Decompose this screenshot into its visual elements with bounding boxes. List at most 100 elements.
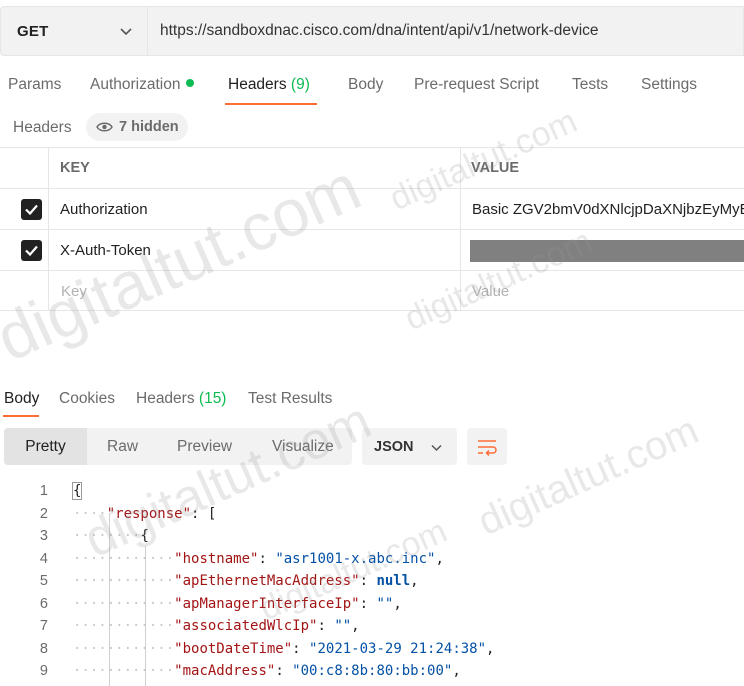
code-line: 4 ············"hostname": "asr1001-x.abc… [0, 548, 744, 570]
format-select[interactable]: JSON [362, 428, 457, 465]
json-string: "" [376, 595, 394, 612]
code-line: 8 ············"bootDateTime": "2021-03-2… [0, 638, 744, 660]
request-tabs: Params Authorization Headers (9) Body Pr… [0, 66, 744, 106]
tab-authorization[interactable]: Authorization [90, 76, 195, 94]
tab-headers[interactable]: Headers (9) [228, 76, 310, 94]
tab-headers-count: (9) [290, 76, 310, 93]
request-bar: GET https://sandboxdnac.cisco.com/dna/in… [0, 6, 744, 56]
header-value[interactable]: Basic ZGV2bmV0dXNlcjpDaXNjbzEyMyE= [472, 201, 744, 218]
tab-cookies[interactable]: Cookies [59, 390, 115, 408]
table-row: Authorization Basic ZGV2bmV0dXNlcjpDaXNj… [0, 188, 744, 229]
json-key: "macAddress" [174, 663, 276, 679]
response-body-code[interactable]: 1 { 2 ····"response": [ 3 ········{ 4 ··… [0, 480, 744, 686]
column-key-header: KEY [60, 160, 90, 176]
hidden-count: 7 hidden [119, 119, 179, 135]
line-number: 4 [39, 550, 48, 567]
line-number: 7 [39, 618, 48, 634]
format-label: JSON [374, 438, 414, 455]
json-key: "apManagerInterfaceIp" [174, 595, 360, 612]
table-header-row: KEY VALUE [0, 147, 744, 188]
active-tab-indicator [3, 415, 39, 417]
tab-response-headers[interactable]: Headers (15) [136, 390, 226, 408]
wrap-lines-icon [478, 439, 497, 456]
code-line: 7 ············"associatedWlcIp": "", [0, 615, 744, 637]
indent-dots: ············ [73, 640, 175, 657]
tab-response-body[interactable]: Body [4, 390, 39, 408]
tab-headers-label: Headers [228, 76, 287, 93]
tab-authorization-label: Authorization [90, 76, 181, 93]
tab-response-headers-label: Headers [136, 390, 195, 407]
check-icon [25, 245, 38, 257]
tab-response-headers-count: (15) [198, 390, 227, 407]
url-text: https://sandboxdnac.cisco.com/dna/intent… [160, 22, 599, 39]
header-key[interactable]: X-Auth-Token [60, 242, 151, 259]
new-value-input[interactable]: Value [472, 283, 509, 300]
json-key: "response" [106, 505, 192, 522]
indent-dots: ···· [73, 505, 107, 522]
code-line: 1 { [0, 480, 744, 502]
code-text: { [71, 482, 83, 500]
indent-dots: ············ [73, 595, 175, 612]
tab-settings[interactable]: Settings [641, 76, 697, 94]
line-number: 6 [39, 595, 48, 612]
column-divider [48, 148, 49, 188]
chevron-down-icon [431, 444, 442, 452]
view-raw-button[interactable]: Raw [107, 428, 138, 465]
column-divider [48, 230, 49, 270]
column-divider [460, 148, 461, 188]
active-tab-indicator [225, 103, 317, 105]
view-visualize-button[interactable]: Visualize [272, 428, 334, 465]
view-pretty-button[interactable]: Pretty [4, 428, 87, 465]
code-line: 3 ········{ [0, 525, 744, 547]
column-divider [48, 189, 49, 229]
json-string: "00:c8:8b:80:bb:00" [292, 663, 453, 679]
column-divider [460, 230, 461, 270]
response-tabs: Body Cookies Headers (15) Test Results [0, 382, 744, 418]
view-preview-button[interactable]: Preview [177, 428, 232, 465]
view-mode-group: Pretty Raw Preview Visualize [4, 428, 352, 465]
indent-dots: ············ [73, 550, 175, 567]
column-value-header: VALUE [471, 160, 520, 176]
new-key-input[interactable]: Key [61, 283, 87, 300]
line-number: 5 [39, 573, 48, 589]
redacted-value [470, 240, 744, 262]
code-line: 5 ············"apEthernetMacAddress": nu… [0, 570, 744, 592]
indent-dots: ············ [73, 573, 175, 589]
url-input[interactable]: https://sandboxdnac.cisco.com/dna/intent… [148, 6, 744, 56]
headers-toolbar: Headers 7 hidden [0, 112, 744, 142]
table-row: X-Auth-Token [0, 229, 744, 270]
status-dot-icon [186, 79, 195, 87]
tab-tests[interactable]: Tests [572, 76, 608, 94]
indent-dots: ············ [73, 618, 175, 634]
method-select[interactable]: GET [0, 6, 148, 56]
json-string: "2021-03-29 21:24:38" [309, 640, 487, 657]
line-number: 8 [39, 640, 48, 657]
tab-pre-request-script[interactable]: Pre-request Script [414, 76, 539, 94]
json-key: "bootDateTime" [174, 640, 293, 657]
code-line: 2 ····"response": [ [0, 503, 744, 525]
chevron-down-icon [120, 28, 132, 36]
code-line: 9 ············"macAddress": "00:c8:8b:80… [0, 660, 744, 682]
line-number: 3 [39, 528, 48, 544]
headers-title: Headers [13, 119, 72, 136]
json-string: "asr1001-x.abc.inc" [275, 550, 436, 567]
json-string: "" [334, 618, 352, 634]
line-number: 2 [39, 505, 48, 522]
tab-params[interactable]: Params [8, 76, 61, 94]
wrap-lines-button[interactable] [467, 428, 507, 465]
checkbox-checked-icon[interactable] [21, 199, 42, 220]
tab-test-results[interactable]: Test Results [248, 390, 332, 408]
header-key[interactable]: Authorization [60, 201, 148, 218]
table-row-new: Key Value [0, 270, 744, 311]
column-divider [48, 271, 49, 310]
hidden-headers-toggle[interactable]: 7 hidden [86, 113, 188, 141]
json-key: "apEthernetMacAddress" [174, 573, 360, 589]
json-key: "hostname" [174, 550, 259, 567]
json-punct: { [140, 528, 149, 544]
tab-body[interactable]: Body [348, 76, 383, 94]
headers-table: KEY VALUE Authorization Basic ZGV2bmV0dX… [0, 147, 744, 312]
indent-dots: ············ [73, 663, 175, 679]
column-divider [460, 271, 461, 310]
checkbox-checked-icon[interactable] [21, 240, 42, 261]
column-divider [460, 189, 461, 229]
